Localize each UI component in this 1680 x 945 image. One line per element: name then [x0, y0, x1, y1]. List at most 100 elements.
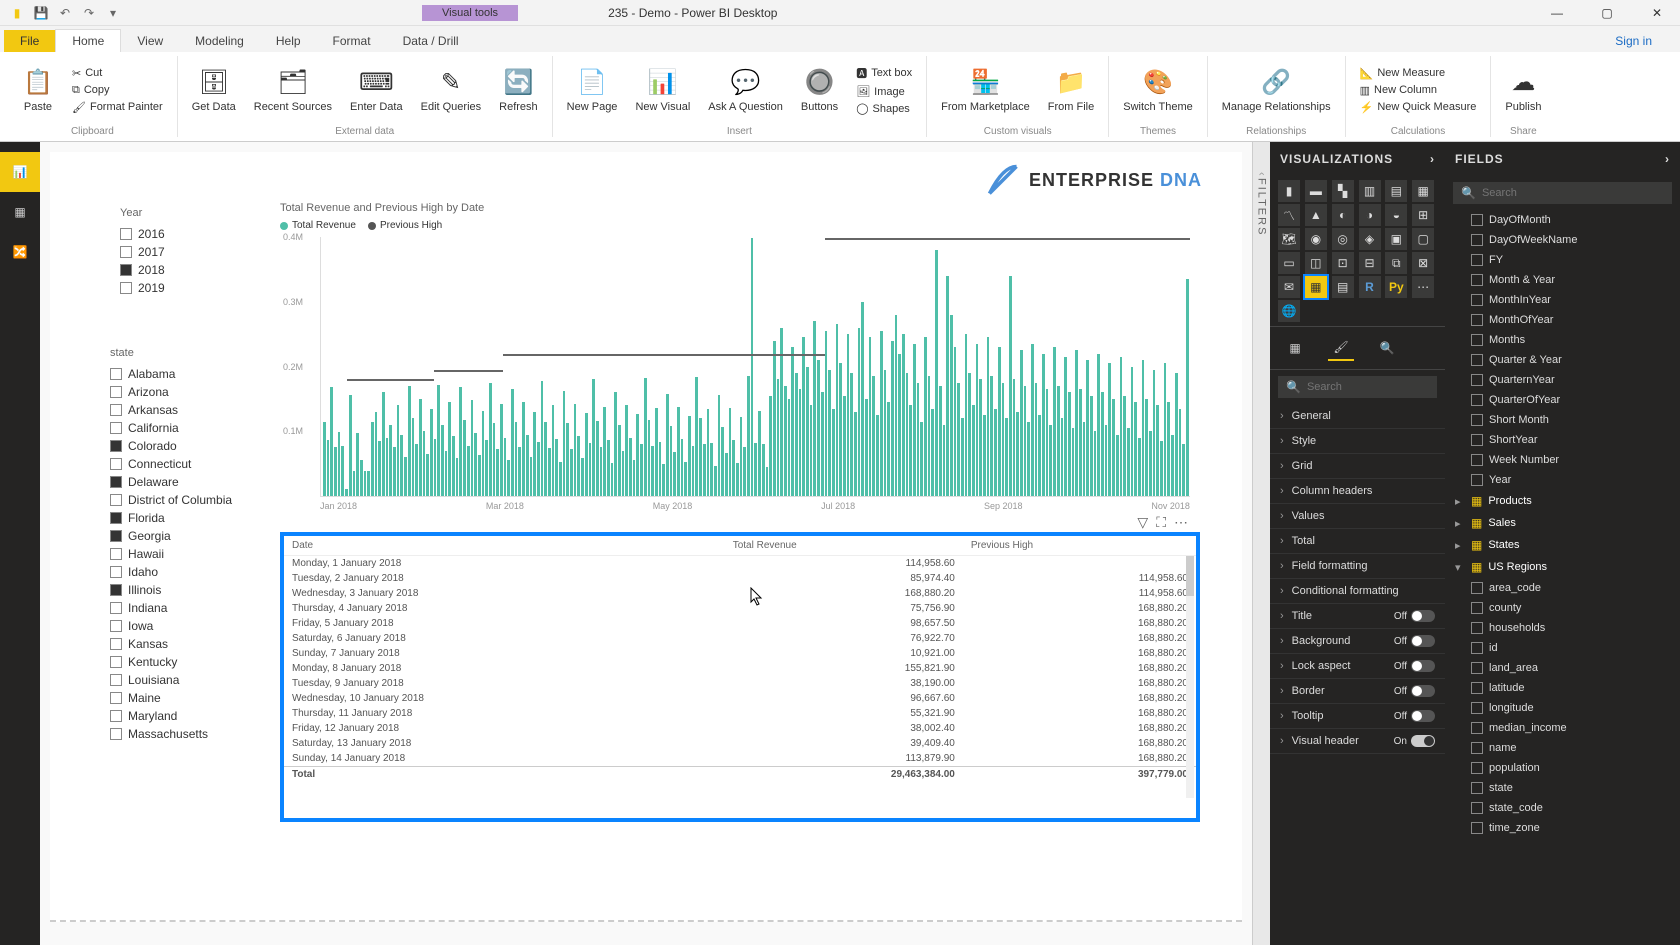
state-option[interactable]: Illinois — [110, 581, 260, 599]
tab-modeling[interactable]: Modeling — [179, 30, 260, 52]
field-item[interactable]: land_area — [1445, 658, 1680, 678]
paste-button[interactable]: 📋Paste — [18, 65, 58, 115]
redo-icon[interactable]: ↷ — [80, 4, 98, 22]
format-section[interactable]: ›BorderOff — [1270, 679, 1445, 704]
python-visual-icon[interactable]: Py — [1385, 276, 1407, 298]
state-option[interactable]: Florida — [110, 509, 260, 527]
get-data-button[interactable]: 🗄Get Data — [188, 65, 240, 115]
model-view-button[interactable]: 🔀 — [0, 232, 40, 272]
state-option[interactable]: District of Columbia — [110, 491, 260, 509]
state-option[interactable]: Louisiana — [110, 671, 260, 689]
state-option[interactable]: Kansas — [110, 635, 260, 653]
manage-relationships-button[interactable]: 🔗Manage Relationships — [1218, 65, 1335, 115]
data-view-button[interactable]: ▦ — [0, 192, 40, 232]
publish-button[interactable]: ☁Publish — [1501, 65, 1545, 115]
format-section[interactable]: ›Values — [1270, 504, 1445, 529]
field-item[interactable]: Quarter & Year — [1445, 350, 1680, 370]
refresh-button[interactable]: 🔄Refresh — [495, 65, 542, 115]
vis-type-icon[interactable]: ▦ — [1305, 276, 1327, 298]
field-item[interactable]: population — [1445, 758, 1680, 778]
tab-help[interactable]: Help — [260, 30, 317, 52]
format-section[interactable]: ›Field formatting — [1270, 554, 1445, 579]
qat-dropdown-icon[interactable]: ▾ — [104, 4, 122, 22]
tab-format[interactable]: Format — [317, 30, 387, 52]
state-option[interactable]: Iowa — [110, 617, 260, 635]
textbox-button[interactable]: 🅰Text box — [852, 64, 916, 82]
filter-icon[interactable]: ▽ — [1137, 514, 1148, 531]
field-item[interactable]: longitude — [1445, 698, 1680, 718]
field-item[interactable]: Month & Year — [1445, 270, 1680, 290]
image-button[interactable]: 🖼Image — [852, 84, 916, 99]
vis-type-icon[interactable]: ⧉ — [1385, 252, 1407, 274]
vis-type-icon[interactable]: ▚ — [1332, 180, 1354, 202]
field-item[interactable]: Months — [1445, 330, 1680, 350]
focus-icon[interactable]: ⛶ — [1156, 514, 1166, 531]
enter-data-button[interactable]: ⌨Enter Data — [346, 65, 407, 115]
field-table[interactable]: ▸▦Sales — [1445, 512, 1680, 534]
tab-home[interactable]: Home — [55, 29, 121, 52]
field-item[interactable]: state_code — [1445, 798, 1680, 818]
field-item[interactable]: Short Month — [1445, 410, 1680, 430]
switch-theme-button[interactable]: 🎨Switch Theme — [1119, 65, 1197, 115]
vis-type-icon[interactable]: ✉ — [1278, 276, 1300, 298]
field-item[interactable]: FY — [1445, 250, 1680, 270]
vis-type-icon[interactable]: ⊞ — [1412, 204, 1434, 226]
vis-type-icon[interactable]: ▦ — [1412, 180, 1434, 202]
state-option[interactable]: Colorado — [110, 437, 260, 455]
state-option[interactable]: Idaho — [110, 563, 260, 581]
field-item[interactable]: QuarternYear — [1445, 370, 1680, 390]
sign-in-link[interactable]: Sign in — [1607, 30, 1660, 52]
year-option[interactable]: 2017 — [120, 243, 240, 261]
field-table[interactable]: ▸▦Products — [1445, 490, 1680, 512]
vis-type-icon[interactable]: ◫ — [1305, 252, 1327, 274]
vis-type-icon[interactable]: ▥ — [1359, 180, 1381, 202]
state-option[interactable]: Indiana — [110, 599, 260, 617]
collapse-vis-icon[interactable]: › — [1430, 152, 1435, 166]
format-section[interactable]: ›Grid — [1270, 454, 1445, 479]
field-table[interactable]: ▸▦States — [1445, 534, 1680, 556]
state-option[interactable]: Massachusetts — [110, 725, 260, 743]
state-option[interactable]: Georgia — [110, 527, 260, 545]
state-option[interactable]: Delaware — [110, 473, 260, 491]
r-visual-icon[interactable]: R — [1359, 276, 1381, 298]
globe-icon[interactable]: 🌐 — [1278, 300, 1300, 322]
new-column-button[interactable]: ▥New Column — [1356, 83, 1481, 98]
state-option[interactable]: Maine — [110, 689, 260, 707]
field-item[interactable]: name — [1445, 738, 1680, 758]
field-item[interactable]: MonthOfYear — [1445, 310, 1680, 330]
format-section[interactable]: ›Column headers — [1270, 479, 1445, 504]
tab-view[interactable]: View — [121, 30, 179, 52]
more-icon[interactable]: ⋯ — [1174, 514, 1188, 531]
field-item[interactable]: ShortYear — [1445, 430, 1680, 450]
analytics-tab-icon[interactable]: 🔍 — [1374, 335, 1400, 361]
vis-type-icon[interactable]: ◉ — [1305, 228, 1327, 250]
more-visuals-icon[interactable]: ⋯ — [1412, 276, 1434, 298]
format-section[interactable]: ›BackgroundOff — [1270, 629, 1445, 654]
vis-type-icon[interactable]: ▬ — [1305, 180, 1327, 202]
report-view-button[interactable]: 📊 — [0, 152, 40, 192]
state-option[interactable]: Alabama — [110, 365, 260, 383]
fields-tab-icon[interactable]: ▦ — [1282, 335, 1308, 361]
from-file-button[interactable]: 📁From File — [1044, 65, 1098, 115]
field-item[interactable]: Year — [1445, 470, 1680, 490]
vis-type-icon[interactable]: ▲ — [1305, 204, 1327, 226]
ask-question-button[interactable]: 💬Ask A Question — [704, 65, 787, 115]
state-slicer[interactable]: state AlabamaArizonaArkansasCaliforniaCo… — [110, 347, 260, 743]
year-slicer[interactable]: Year 2016201720182019 — [120, 207, 240, 297]
field-item[interactable]: MonthInYear — [1445, 290, 1680, 310]
year-option[interactable]: 2018 — [120, 261, 240, 279]
undo-icon[interactable]: ↶ — [56, 4, 74, 22]
field-item[interactable]: DayOfWeekName — [1445, 230, 1680, 250]
close-button[interactable]: ✕ — [1642, 3, 1672, 23]
format-section[interactable]: ›Lock aspectOff — [1270, 654, 1445, 679]
state-option[interactable]: Hawaii — [110, 545, 260, 563]
minimize-button[interactable]: — — [1542, 3, 1572, 23]
cut-button[interactable]: ✂Cut — [68, 66, 167, 81]
field-item[interactable]: latitude — [1445, 678, 1680, 698]
shapes-button[interactable]: ◯Shapes — [852, 101, 916, 116]
state-option[interactable]: Arizona — [110, 383, 260, 401]
fields-search-input[interactable] — [1482, 187, 1664, 199]
scrollbar[interactable] — [1186, 556, 1194, 798]
format-search[interactable]: 🔍 — [1278, 376, 1437, 398]
format-section[interactable]: ›Visual headerOn — [1270, 729, 1445, 754]
